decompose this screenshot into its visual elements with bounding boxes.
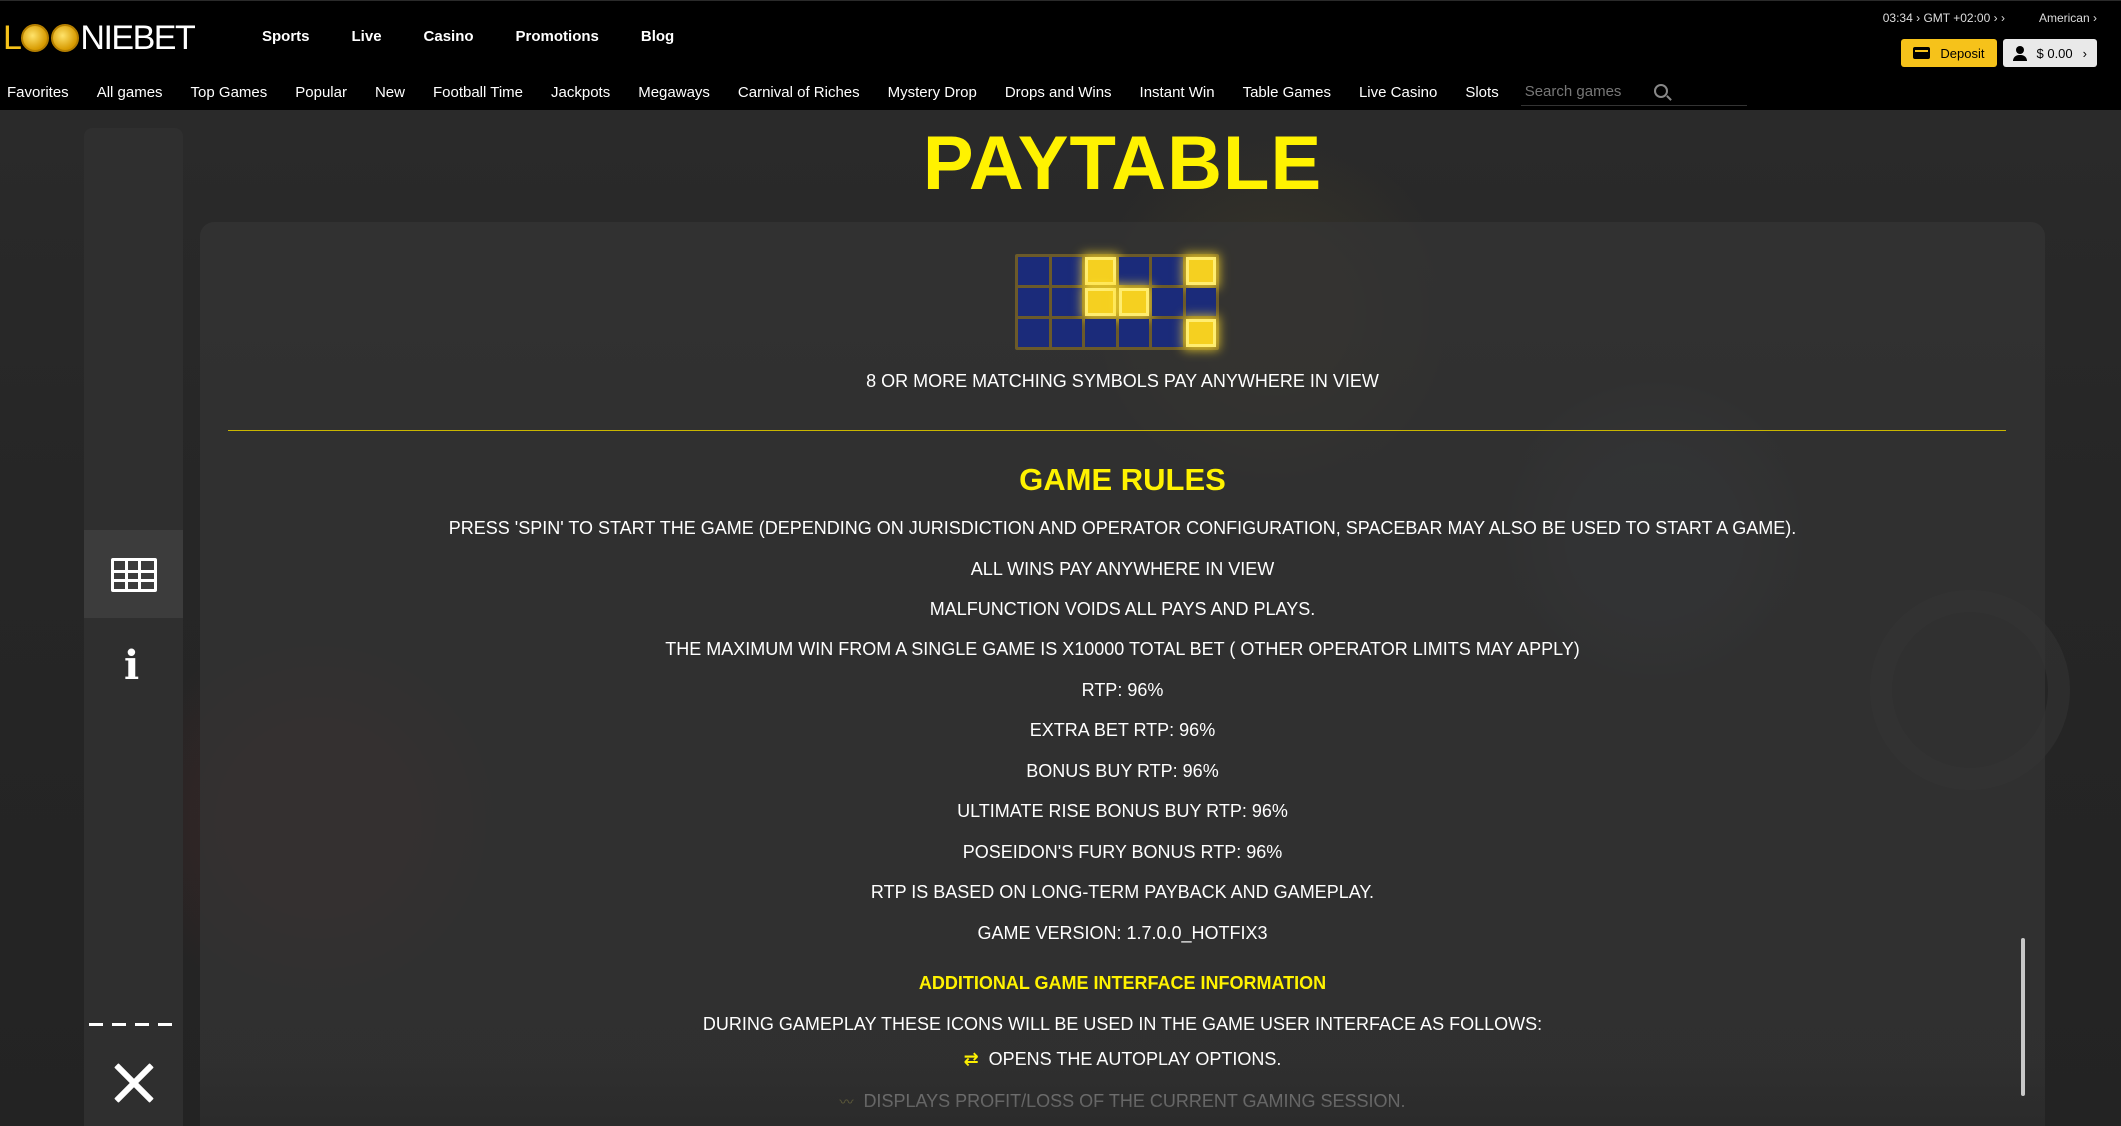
autoplay-info-text: OPENS THE AUTOPLAY OPTIONS. <box>988 1049 1282 1069</box>
rule-line: PRESS 'SPIN' TO START THE GAME (DEPENDIN… <box>448 518 1797 538</box>
board-cell <box>1018 288 1049 316</box>
category-new[interactable]: New <box>375 84 405 101</box>
paytable-grid-icon[interactable] <box>111 558 157 592</box>
search-input[interactable] <box>1520 78 1747 105</box>
logo-coin-icon <box>21 24 50 52</box>
logo-coin-icon <box>51 24 80 52</box>
board-cell <box>1152 319 1183 347</box>
board-cell <box>1051 319 1082 347</box>
deposit-button[interactable]: Deposit <box>1901 39 1997 67</box>
timezone: GMT +02:00 <box>1923 11 1997 25</box>
category-instant-win[interactable]: Instant Win <box>1140 84 1215 101</box>
section-divider <box>228 430 2006 431</box>
rule-line: BONUS BUY RTP: 96% <box>1026 761 1219 781</box>
nav-promotions[interactable]: Promotions <box>516 28 599 45</box>
category-top-games[interactable]: Top Games <box>191 84 268 101</box>
board-cell <box>1152 288 1183 316</box>
profit-info-line: 〰 DISPLAYS PROFIT/LOSS OF THE CURRENT GAM… <box>200 1091 2045 1112</box>
odds-format-selector[interactable]: American <box>2039 11 2097 25</box>
balance-amount: $ 0.00 <box>2036 45 2073 61</box>
category-popular[interactable]: Popular <box>295 84 347 101</box>
board-cell <box>1051 257 1082 285</box>
scrollbar-thumb[interactable] <box>2021 938 2025 1096</box>
board-cell <box>1018 257 1049 285</box>
nav-live[interactable]: Live <box>352 28 382 45</box>
rule-line: POSEIDON'S FURY BONUS RTP: 96% <box>962 842 1283 862</box>
looniebet-logo[interactable]: L NIE BET <box>3 19 196 57</box>
deposit-label: Deposit <box>1940 45 1985 61</box>
nav-casino[interactable]: Casino <box>424 28 474 45</box>
board-cell-matched <box>1085 257 1116 285</box>
rule-line: RTP IS BASED ON LONG-TERM PAYBACK AND GA… <box>870 882 1375 902</box>
category-megaways[interactable]: Megaways <box>638 84 710 101</box>
board-cell-matched <box>1185 319 1216 347</box>
search-box <box>1520 78 1747 106</box>
category-bar: Favorites All games Top Games Popular Ne… <box>0 74 2121 110</box>
rule-line: ULTIMATE RISE BONUS BUY RTP: 96% <box>957 801 1288 821</box>
board-cell-matched <box>1085 288 1116 316</box>
autoplay-info-line: ⇄ OPENS THE AUTOPLAY OPTIONS. <box>200 1049 2045 1070</box>
board-cell-matched <box>1118 288 1149 316</box>
rule-line: MALFUNCTION VOIDS ALL PAYS AND PLAYS. <box>929 599 1316 619</box>
game-side-menu <box>84 128 183 1126</box>
board-cell <box>1185 288 1216 316</box>
chevron-right-icon: › <box>2082 45 2087 61</box>
board-cell <box>1152 257 1183 285</box>
clock-time: 03:34 <box>1883 11 1920 25</box>
category-jackpots[interactable]: Jackpots <box>551 84 610 101</box>
nav-blog[interactable]: Blog <box>641 28 674 45</box>
rule-line: GAME VERSION: 1.7.0.0_HOTFIX3 <box>977 923 1268 943</box>
additional-info-intro: DURING GAMEPLAY THESE ICONS WILL BE USED… <box>702 1014 1543 1034</box>
board-cell <box>1018 319 1049 347</box>
clock-timezone-selector[interactable]: 03:34 GMT +02:00 <box>1883 11 2005 25</box>
rule-line: THE MAXIMUM WIN FROM A SINGLE GAME IS X1… <box>665 639 1580 659</box>
close-icon[interactable] <box>113 1062 155 1104</box>
paytable-title: PAYTABLE <box>922 121 1323 206</box>
category-favorites[interactable]: Favorites <box>7 84 69 101</box>
board-cell <box>1118 257 1149 285</box>
rule-line: ALL WINS PAY ANYWHERE IN VIEW <box>970 559 1275 579</box>
pay-anywhere-caption: 8 OR MORE MATCHING SYMBOLS PAY ANYWHERE … <box>866 371 1379 391</box>
rule-line: RTP: 96% <box>1081 680 1164 700</box>
pay-anywhere-board <box>1015 254 1219 350</box>
nav-sports[interactable]: Sports <box>262 28 310 45</box>
board-cell <box>1118 319 1149 347</box>
additional-info-title: ADDITIONAL GAME INTERFACE INFORMATION <box>918 973 1327 993</box>
category-carnival-of-riches[interactable]: Carnival of Riches <box>738 84 860 101</box>
balance-button[interactable]: $ 0.00 › <box>2002 39 2097 67</box>
board-cell-matched <box>1185 257 1216 285</box>
category-all-games[interactable]: All games <box>97 84 163 101</box>
search-icon[interactable] <box>1654 84 1668 98</box>
category-drops-and-wins[interactable]: Drops and Wins <box>1005 84 1112 101</box>
account-area: 03:34 GMT +02:00 American Deposit $ 0.00… <box>1883 11 2097 67</box>
top-header: L NIE BET Sports Live Casino Promotions Bl… <box>0 0 2121 74</box>
category-slots[interactable]: Slots <box>1465 84 1498 101</box>
user-icon <box>2012 45 2027 61</box>
board-cell <box>1085 319 1116 347</box>
category-football-time[interactable]: Football Time <box>433 84 523 101</box>
autoplay-icon: ⇄ <box>963 1049 979 1070</box>
card-icon <box>1913 47 1931 59</box>
category-mystery-drop[interactable]: Mystery Drop <box>888 84 977 101</box>
main-nav: Sports Live Casino Promotions Blog <box>262 28 716 45</box>
info-icon[interactable]: i <box>124 646 139 686</box>
board-cell <box>1051 288 1082 316</box>
rule-line: EXTRA BET RTP: 96% <box>1029 720 1216 740</box>
profit-info-text: DISPLAYS PROFIT/LOSS OF THE CURRENT GAMI… <box>863 1091 1406 1111</box>
category-table-games[interactable]: Table Games <box>1243 84 1331 101</box>
game-rules-title: GAME RULES <box>1019 462 1226 497</box>
menu-divider <box>89 1023 179 1026</box>
category-live-casino[interactable]: Live Casino <box>1359 84 1437 101</box>
profit-loss-icon: 〰 <box>839 1094 854 1110</box>
